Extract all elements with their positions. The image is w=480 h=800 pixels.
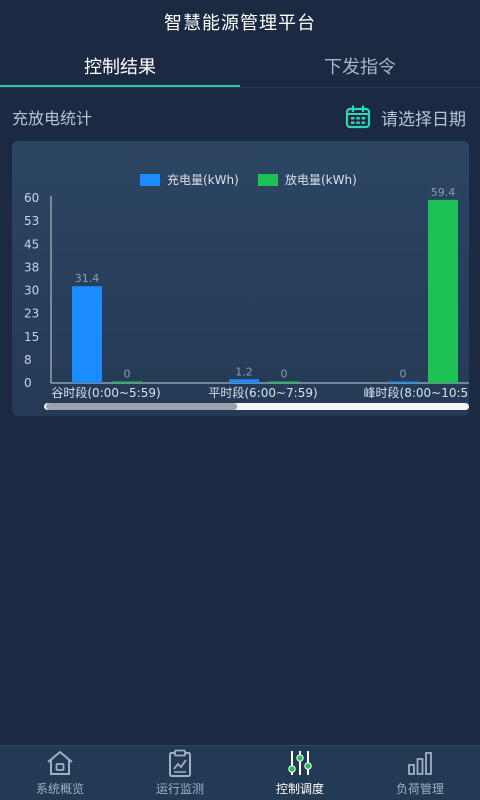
y-tick-label: 45 — [24, 237, 39, 251]
bar — [269, 381, 299, 383]
x-tick-label: 平时段(6:00~7:59) — [208, 385, 317, 400]
sliders-icon — [288, 751, 312, 775]
bar — [428, 199, 458, 383]
y-tick-label: 53 — [24, 214, 39, 228]
date-picker[interactable]: 请选择日期 — [345, 105, 466, 130]
bottom-nav: 系统概览 运行监测 控制调度 负荷管理 — [0, 745, 480, 800]
tab-label: 控制结果 — [84, 57, 156, 78]
y-tick-label: 23 — [24, 307, 39, 321]
bar — [112, 381, 142, 383]
x-tick-label: 谷时段(0:00~5:59) — [51, 385, 160, 400]
nav-item-monitor[interactable]: 运行监测 — [120, 746, 240, 800]
bar — [229, 379, 259, 383]
data-label: 1.2 — [235, 365, 253, 378]
charge-discharge-chart-card: 充电量(kWh) 放电量(kWh) 0 8 15 23 30 38 45 53 60 31.4 0 谷时段… — [12, 141, 469, 416]
legend-swatch — [258, 174, 278, 186]
nav-label: 系统概览 — [35, 782, 84, 796]
y-tick-label: 38 — [24, 260, 39, 274]
data-label: 0 — [124, 368, 131, 381]
nav-item-control[interactable]: 控制调度 — [240, 746, 360, 800]
y-tick-label: 15 — [24, 330, 39, 344]
bars-icon — [408, 752, 432, 775]
nav-label: 运行监测 — [155, 782, 204, 796]
data-label: 31.4 — [75, 272, 100, 285]
nav-label: 负荷管理 — [395, 782, 444, 796]
data-label: 0 — [400, 368, 407, 381]
nav-label: 控制调度 — [275, 782, 324, 796]
home-icon — [47, 751, 73, 775]
tab-issue-command[interactable]: 下发指令 — [240, 44, 480, 88]
app-header: 智慧能源管理平台 — [0, 0, 480, 44]
bar-chart: 充电量(kWh) 放电量(kWh) 0 8 15 23 30 38 45 53 60 31.4 0 谷时段… — [24, 172, 469, 410]
y-tick-label: 60 — [24, 191, 39, 205]
tab-bar: 控制结果 下发指令 — [0, 44, 480, 88]
page-title: 智慧能源管理平台 — [164, 13, 316, 34]
legend-label: 充电量(kWh) — [167, 172, 239, 187]
y-tick-label: 30 — [24, 284, 39, 298]
scrollbar-thumb — [46, 403, 238, 410]
clipboard-chart-icon — [169, 749, 191, 777]
tab-divider — [0, 87, 480, 88]
data-label: 0 — [281, 368, 288, 381]
bar — [72, 286, 102, 383]
nav-item-load[interactable]: 负荷管理 — [360, 746, 480, 800]
x-tick-label: 峰时段(8:00~10:59) — [364, 385, 469, 400]
bar — [388, 381, 418, 383]
tab-control-result[interactable]: 控制结果 — [0, 44, 240, 88]
nav-item-overview[interactable]: 系统概览 — [0, 746, 120, 800]
section-header: 充放电统计 请选择日期 — [0, 96, 480, 138]
y-tick-label: 8 — [24, 353, 32, 367]
section-title: 充放电统计 — [12, 109, 93, 128]
tab-label: 下发指令 — [324, 57, 396, 78]
data-label: 59.4 — [431, 186, 456, 199]
date-picker-label: 请选择日期 — [381, 109, 466, 130]
legend-swatch — [140, 174, 160, 186]
legend-label: 放电量(kWh) — [285, 172, 357, 187]
y-tick-label: 0 — [24, 376, 32, 390]
calendar-icon[interactable] — [345, 105, 371, 129]
